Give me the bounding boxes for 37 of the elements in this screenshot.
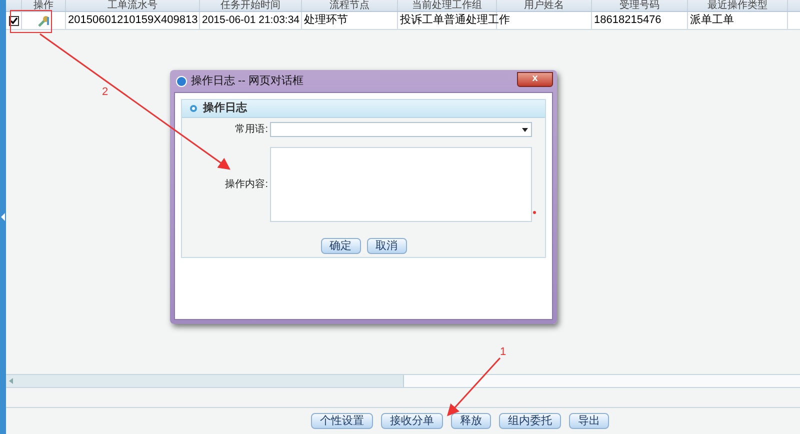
section-title: 操作日志 bbox=[203, 100, 247, 116]
browser-icon bbox=[176, 76, 187, 86]
column-header: 操作 bbox=[34, 0, 54, 11]
scroll-left-arrow-icon[interactable] bbox=[9, 378, 13, 384]
row-checkbox[interactable] bbox=[8, 16, 18, 26]
toolbar-button[interactable]: 释放 bbox=[451, 413, 491, 429]
collapse-arrow-icon[interactable] bbox=[1, 213, 5, 221]
annotation-number: 1 bbox=[500, 345, 506, 360]
scrollbar-thumb[interactable] bbox=[6, 375, 404, 387]
field-label: 常用语: bbox=[234, 122, 268, 137]
table-cell-text: 20150601210159X409813 bbox=[68, 13, 198, 28]
table-cell-text: 18618215476 bbox=[594, 13, 662, 28]
dialog-button[interactable]: 取消 bbox=[366, 238, 406, 254]
text-area[interactable] bbox=[270, 147, 532, 222]
dialog-title: 操作日志 -- 网页对话框 bbox=[191, 74, 304, 89]
horizontal-scrollbar[interactable] bbox=[6, 374, 800, 388]
column-header: 当前处理工作组 bbox=[412, 0, 482, 11]
column-header: 任务开始时间 bbox=[220, 0, 280, 11]
toolbar-button[interactable]: 组内委托 bbox=[499, 413, 561, 429]
select-field[interactable] bbox=[270, 122, 532, 137]
dialog-button[interactable]: 确定 bbox=[320, 238, 360, 254]
toolbar-button[interactable]: 个性设置 bbox=[311, 413, 373, 429]
toolbar-button[interactable]: 导出 bbox=[569, 413, 609, 429]
table-cell-text: 投诉工单普通处理工作 bbox=[400, 12, 510, 28]
table-cell-text: 2015-06-01 21:03:34 bbox=[202, 12, 300, 28]
edit-tool-icon[interactable] bbox=[36, 14, 50, 28]
toolbar-button[interactable]: 接收分单 bbox=[381, 413, 443, 429]
annotation-arrow bbox=[446, 358, 501, 416]
annotation-box bbox=[10, 10, 52, 33]
table-cell-text: 派单工单 bbox=[690, 13, 734, 28]
column-header: 受理号码 bbox=[620, 0, 660, 11]
dropdown-caret-icon bbox=[522, 128, 528, 132]
column-header: 最近操作类型 bbox=[708, 0, 768, 11]
annotation-number: 2 bbox=[102, 85, 108, 100]
table-cell-text: 处理环节 bbox=[304, 13, 348, 28]
field-label: 操作内容: bbox=[224, 178, 268, 192]
bullet-icon bbox=[190, 105, 197, 112]
